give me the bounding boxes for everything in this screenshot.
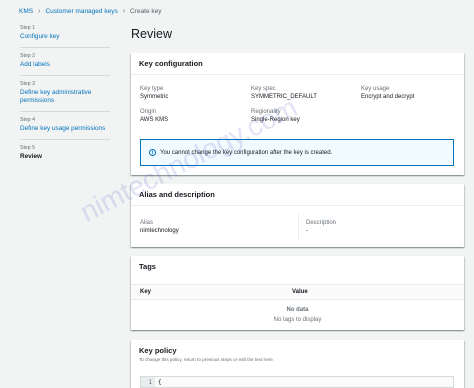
- code-line: {: [158, 378, 162, 386]
- alias-description-panel: Alias and description Alias nimtechnolog…: [131, 184, 464, 247]
- column-header-value: Value: [292, 289, 308, 295]
- breadcrumb-customer-managed-keys[interactable]: Customer managed keys: [45, 8, 117, 15]
- key-policy-panel: Key policy To change this policy, return…: [131, 340, 464, 388]
- field-label: Description: [306, 220, 337, 226]
- field-label: Key type: [140, 86, 164, 92]
- field-value: SYMMETRIC_DEFAULT: [251, 93, 317, 100]
- step-current-review: Review: [20, 153, 43, 160]
- page-title: Review: [131, 27, 172, 41]
- policy-code-editor[interactable]: 1 {: [140, 376, 454, 388]
- field-value: nimtechnology: [140, 227, 179, 234]
- breadcrumb: KMS › Customer managed keys › Create key: [19, 8, 161, 15]
- line-number: 1: [141, 377, 155, 387]
- panel-title: Tags: [139, 262, 156, 271]
- panel-subtitle: To change this policy, return to previou…: [139, 357, 274, 362]
- step-link-usage-permissions[interactable]: Define key usage permissions: [20, 125, 110, 133]
- key-configuration-panel: Key configuration Key type Symmetric Key…: [131, 53, 464, 175]
- info-alert: i You cannot change the key configuratio…: [140, 139, 454, 166]
- step-1: Step 1 Configure key: [20, 25, 110, 48]
- field-label: Alias: [140, 220, 154, 226]
- info-alert-text: You cannot change the key configuration …: [160, 149, 333, 156]
- step-link-add-labels[interactable]: Add labels: [20, 61, 110, 69]
- wizard-steps: Step 1 Configure key Step 2 Add labels S…: [20, 25, 110, 172]
- info-icon: i: [149, 149, 156, 156]
- field-value: -: [306, 227, 308, 234]
- key-usage-field: Key usage Encrypt and decrypt: [361, 86, 414, 100]
- panel-title: Alias and description: [131, 184, 464, 206]
- column-header-key: Key: [140, 289, 152, 295]
- field-label: Regionality: [251, 109, 281, 115]
- key-type-field: Key type Symmetric: [140, 86, 168, 100]
- field-value: Encrypt and decrypt: [361, 93, 415, 100]
- empty-state-title: No data: [286, 307, 309, 313]
- table-header: Key Value: [131, 284, 464, 300]
- step-3: Step 3 Define key administrative permiss…: [20, 81, 110, 112]
- field-label: Origin: [140, 109, 157, 115]
- panel-title: Key policy: [139, 346, 177, 355]
- field-value: Symmetric: [140, 93, 169, 100]
- breadcrumb-kms[interactable]: KMS: [19, 8, 33, 15]
- origin-field: Origin AWS KMS: [140, 109, 168, 123]
- description-field: Description -: [306, 220, 336, 234]
- breadcrumb-create-key: Create key: [130, 8, 162, 15]
- regionality-field: Regionality Single-Region key: [251, 109, 300, 123]
- tags-panel: Tags Key Value No data No tags to displa…: [131, 256, 464, 330]
- field-label: Key usage: [361, 86, 390, 92]
- chevron-right-icon: ›: [38, 8, 41, 15]
- field-label: Key spec: [251, 86, 276, 92]
- step-number: Step 1: [20, 25, 35, 31]
- step-link-configure-key[interactable]: Configure key: [20, 33, 110, 41]
- column-divider: [298, 214, 299, 240]
- field-value: AWS KMS: [140, 116, 169, 123]
- step-2: Step 2 Add labels: [20, 53, 110, 76]
- key-spec-field: Key spec SYMMETRIC_DEFAULT: [251, 86, 317, 100]
- chevron-right-icon: ›: [122, 8, 126, 15]
- step-link-admin-permissions[interactable]: Define key administrative permissions: [20, 89, 110, 105]
- alias-field: Alias nimtechnology: [140, 220, 179, 234]
- tags-table: Key Value No data No tags to display: [131, 284, 464, 323]
- step-number: Step 5: [20, 145, 35, 151]
- step-4: Step 4 Define key usage permissions: [20, 117, 110, 140]
- empty-state: No data No tags to display: [131, 300, 464, 323]
- step-number: Step 3: [20, 81, 35, 87]
- empty-state-description: No tags to display: [273, 317, 322, 323]
- panel-title: Key configuration: [131, 53, 464, 75]
- step-number: Step 4: [20, 117, 35, 123]
- field-value: Single-Region key: [251, 116, 300, 123]
- step-5: Step 5 Review: [20, 145, 110, 167]
- step-number: Step 2: [20, 53, 35, 59]
- panel-header: Key policy To change this policy, return…: [131, 340, 464, 368]
